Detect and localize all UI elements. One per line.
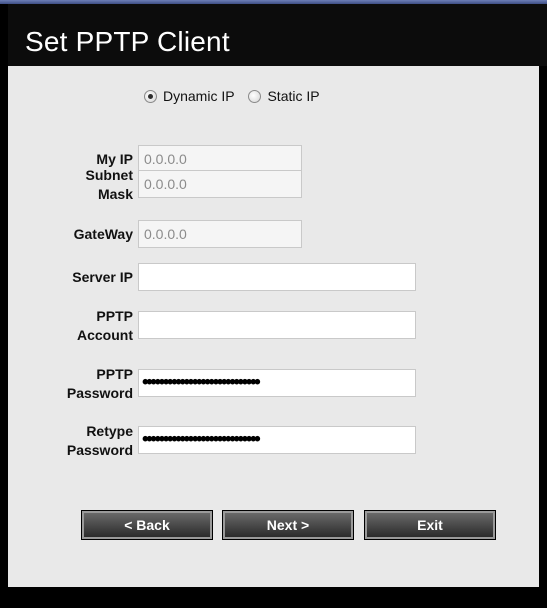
pptp-account-input[interactable] bbox=[138, 311, 416, 339]
subnet-mask-label-line2: Mask bbox=[97, 186, 133, 202]
back-button[interactable]: < Back bbox=[81, 510, 213, 540]
pptp-password-label: PPTP Password bbox=[67, 365, 133, 403]
static-ip-radio[interactable] bbox=[248, 90, 262, 103]
next-button[interactable]: Next > bbox=[222, 510, 354, 540]
gateway-input[interactable] bbox=[138, 220, 302, 248]
retype-password-label-line1: Retype bbox=[86, 423, 133, 439]
subnet-mask-label-line1: Subnet bbox=[85, 167, 133, 183]
ip-mode-group: Dynamic IP Static IP bbox=[144, 88, 330, 104]
dynamic-ip-label: Dynamic IP bbox=[163, 88, 235, 104]
pptp-account-label: PPTP Account bbox=[77, 307, 133, 345]
right-border bbox=[539, 66, 547, 587]
subnet-mask-label: Subnet Mask bbox=[86, 166, 133, 204]
retype-password-label: Retype Password bbox=[67, 422, 133, 460]
gateway-label: GateWay bbox=[73, 226, 133, 242]
exit-button[interactable]: Exit bbox=[364, 510, 496, 540]
pptp-password-label-line1: PPTP bbox=[96, 366, 133, 382]
subnet-mask-input[interactable] bbox=[138, 170, 302, 198]
static-ip-label: Static IP bbox=[267, 88, 320, 104]
my-ip-input[interactable] bbox=[138, 145, 302, 173]
bottom-border bbox=[0, 587, 547, 608]
retype-password-input[interactable]: •••••••••••••••••••••••••••• bbox=[138, 426, 416, 454]
title-bar: Set PPTP Client bbox=[8, 4, 547, 66]
pptp-password-input[interactable]: •••••••••••••••••••••••••••• bbox=[138, 369, 416, 397]
retype-password-label-line2: Password bbox=[66, 442, 133, 458]
server-ip-label: Server IP bbox=[72, 269, 133, 285]
server-ip-input[interactable] bbox=[138, 263, 416, 291]
pptp-account-label-line2: Account bbox=[77, 327, 133, 343]
page-title: Set PPTP Client bbox=[25, 26, 230, 57]
pptp-password-label-line2: Password bbox=[66, 385, 133, 401]
dynamic-ip-radio[interactable] bbox=[144, 90, 157, 103]
pptp-account-label-line1: PPTP bbox=[96, 308, 133, 324]
